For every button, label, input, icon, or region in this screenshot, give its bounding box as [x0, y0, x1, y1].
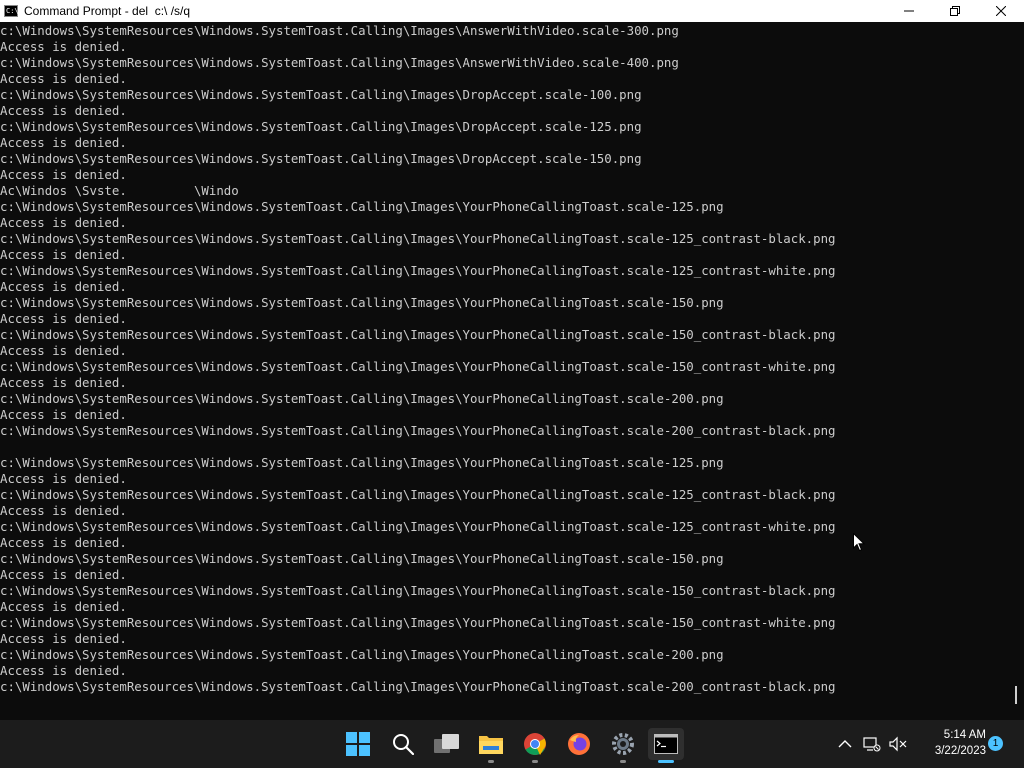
console-scrollbar[interactable] — [1008, 23, 1024, 720]
console-line: c:\Windows\SystemResources\Windows.Syste… — [0, 263, 836, 278]
window-controls — [886, 0, 1024, 22]
task-view-button[interactable] — [429, 728, 465, 760]
maximize-button[interactable] — [932, 0, 978, 22]
console-line: Access is denied. — [0, 407, 127, 422]
console-line: c:\Windows\SystemResources\Windows.Syste… — [0, 231, 836, 246]
clock-time: 5:14 AM — [943, 729, 986, 741]
search-icon — [393, 734, 414, 755]
clock-date: 3/22/2023 — [934, 745, 986, 757]
running-indicator — [532, 760, 538, 763]
console-line: Access is denied. — [0, 631, 127, 646]
minimize-icon — [904, 10, 914, 12]
windows-logo-icon — [346, 732, 370, 756]
console-line: Access is denied. — [0, 39, 127, 54]
network-button[interactable] — [862, 720, 882, 768]
running-indicator — [488, 760, 494, 763]
console-line: Access is denied. — [0, 375, 127, 390]
active-indicator — [658, 760, 674, 763]
firefox-button[interactable] — [561, 728, 597, 760]
taskbar: 5:14 AM 3/22/2023 1 — [0, 720, 1024, 768]
console-line: c:\Windows\SystemResources\Windows.Syste… — [0, 119, 642, 134]
console-line: c:\Windows\SystemResources\Windows.Syste… — [0, 295, 724, 310]
terminal-icon — [654, 734, 678, 754]
console-line: c:\Windows\SystemResources\Windows.Syste… — [0, 551, 724, 566]
search-button[interactable] — [385, 728, 421, 760]
console-line: c:\Windows\SystemResources\Windows.Syste… — [0, 87, 642, 102]
console-line: Access is denied. — [0, 215, 127, 230]
folder-icon — [479, 736, 503, 754]
start-button[interactable] — [340, 728, 376, 760]
console-line: Access is denied. — [0, 567, 127, 582]
console-line: Access is denied. — [0, 311, 127, 326]
console-line: c:\Windows\SystemResources\Windows.Syste… — [0, 455, 724, 470]
scrollbar-thumb[interactable] — [1015, 686, 1017, 704]
window-title-bar[interactable]: C:\ Command Prompt - del c:\ /s/q — [0, 0, 1024, 22]
speaker-muted-icon — [889, 736, 907, 752]
volume-button[interactable] — [888, 720, 908, 768]
terminal-button[interactable] — [648, 728, 684, 763]
chrome-button[interactable] — [517, 728, 553, 763]
file-explorer-button[interactable] — [473, 728, 509, 763]
mouse-cursor-icon — [853, 533, 865, 552]
close-icon — [996, 6, 1006, 16]
console-line: Access is denied. — [0, 103, 127, 118]
console-line: c:\Windows\SystemResources\Windows.Syste… — [0, 55, 679, 70]
window-title: Command Prompt - del c:\ /s/q — [24, 4, 191, 18]
running-indicator — [620, 760, 626, 763]
console-line: Access is denied. — [0, 503, 127, 518]
show-hidden-icons-button[interactable] — [834, 720, 856, 768]
console-line: Access is denied. — [0, 279, 127, 294]
network-icon — [863, 737, 881, 752]
restore-icon — [950, 6, 960, 16]
cmd-icon: C:\ — [4, 5, 19, 17]
close-button[interactable] — [978, 0, 1024, 22]
console-line: Access is denied. — [0, 135, 127, 150]
gear-icon — [612, 733, 634, 755]
console-output[interactable]: c:\Windows\SystemResources\Windows.Syste… — [0, 23, 1008, 720]
console-line: Access is denied. — [0, 247, 127, 262]
console-line: c:\Windows\SystemResources\Windows.Syste… — [0, 647, 724, 662]
console-line: c:\Windows\SystemResources\Windows.Syste… — [0, 359, 836, 374]
console-line: Access is denied. — [0, 343, 127, 358]
console-line: c:\Windows\SystemResources\Windows.Syste… — [0, 423, 836, 438]
minimize-button[interactable] — [886, 0, 932, 22]
console-line: c:\Windows\SystemResources\Windows.Syste… — [0, 391, 724, 406]
chrome-icon — [524, 733, 546, 755]
console-line: Access is denied. — [0, 471, 127, 486]
console-line: c:\Windows\SystemResources\Windows.Syste… — [0, 151, 642, 166]
console-line: c:\Windows\SystemResources\Windows.Syste… — [0, 615, 836, 630]
console-line: Access is denied. — [0, 599, 127, 614]
chevron-up-icon — [838, 740, 852, 748]
console-line: Access is denied. — [0, 71, 127, 86]
console-line: c:\Windows\SystemResources\Windows.Syste… — [0, 199, 724, 214]
console-line: Access is denied. — [0, 663, 127, 678]
notification-badge[interactable]: 1 — [988, 736, 1003, 751]
console-line: c:\Windows\SystemResources\Windows.Syste… — [0, 679, 836, 694]
settings-button[interactable] — [605, 728, 641, 763]
console-line: c:\Windows\SystemResources\Windows.Syste… — [0, 23, 679, 38]
console-line: c:\Windows\SystemResources\Windows.Syste… — [0, 487, 836, 502]
firefox-icon — [568, 733, 590, 755]
console-line: Ac\Windos \Svste. \Windo — [0, 183, 239, 198]
console-line: c:\Windows\SystemResources\Windows.Syste… — [0, 583, 836, 598]
console-line: c:\Windows\SystemResources\Windows.Syste… — [0, 327, 836, 342]
console-line: Access is denied. — [0, 167, 127, 182]
task-view-icon — [434, 734, 459, 753]
taskbar-clock[interactable]: 5:14 AM 3/22/2023 — [912, 727, 986, 759]
